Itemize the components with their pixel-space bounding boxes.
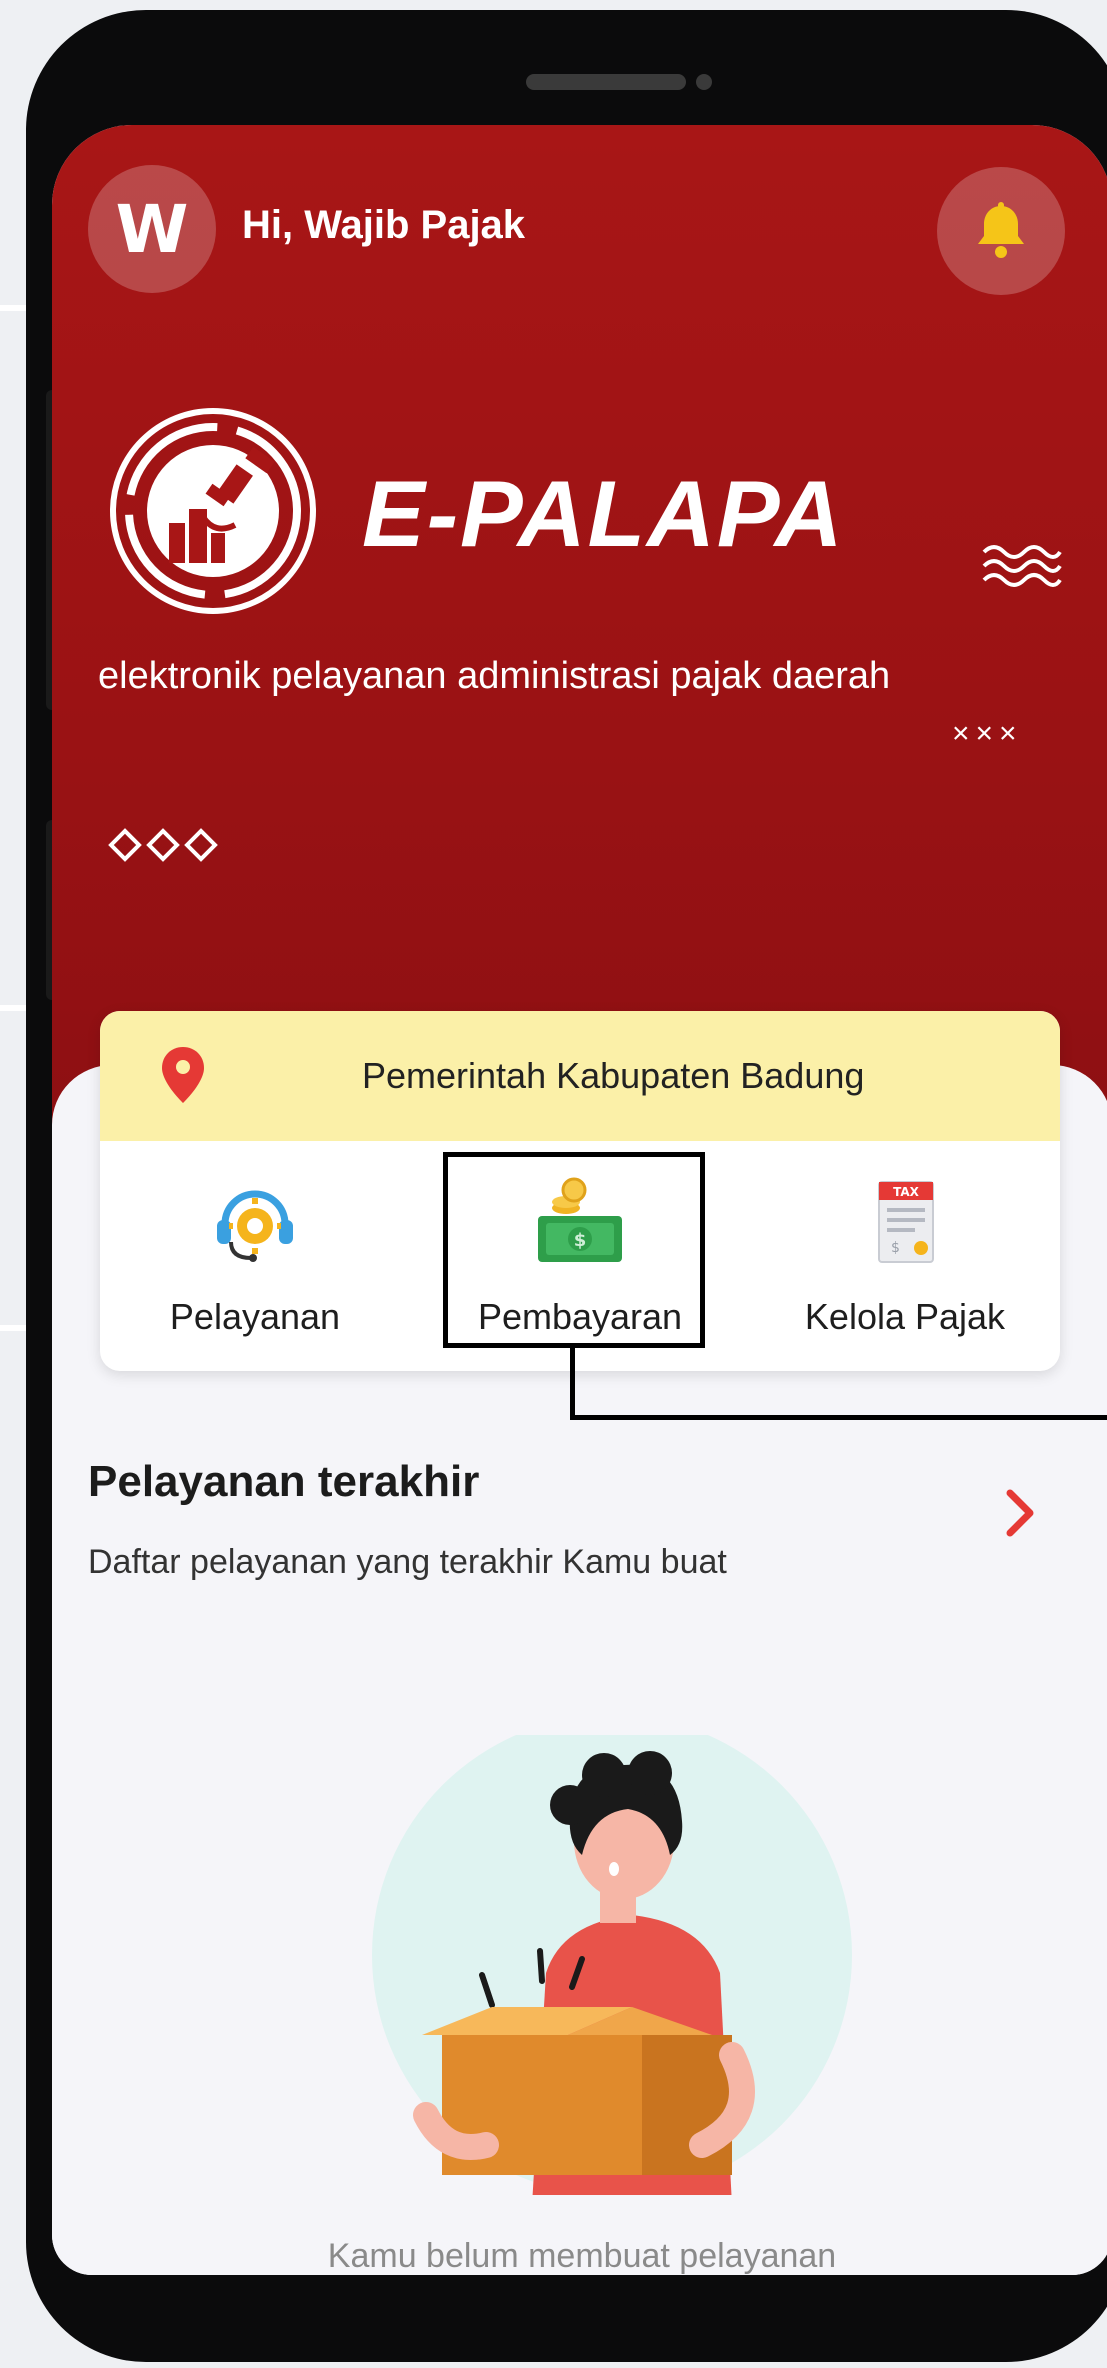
region-bar[interactable]: Pemerintah Kabupaten Badung xyxy=(100,1011,1060,1141)
recent-services-title: Pelayanan terakhir xyxy=(88,1457,480,1506)
tax-badge-text: TAX xyxy=(893,1185,920,1199)
menu-label: Pelayanan xyxy=(169,1296,341,1337)
money-payment-icon: $ xyxy=(538,1177,622,1262)
wave-decoration-icon xyxy=(982,545,1062,587)
menu-pembayaran[interactable]: $ Pembayaran xyxy=(435,1151,725,1361)
decoration-marks: ××× xyxy=(952,717,1023,750)
phone-camera xyxy=(696,74,712,90)
menu-label: Pembayaran xyxy=(477,1296,683,1337)
phone-speaker xyxy=(526,74,686,90)
menu-pelayanan[interactable]: Pelayanan xyxy=(110,1151,400,1361)
service-card: Pemerintah Kabupaten Badung Pelayanan $ xyxy=(100,1011,1060,1371)
e-palapa-logo-icon xyxy=(110,408,316,614)
recent-services-subtitle: Daftar pelayanan yang terakhir Kamu buat xyxy=(88,1543,727,1581)
annotation-connector xyxy=(570,1348,575,1420)
bell-icon xyxy=(978,202,1024,258)
chevron-right-icon[interactable] xyxy=(1002,1487,1038,1539)
avatar-initial: W xyxy=(115,190,189,268)
avatar[interactable]: W xyxy=(88,165,216,293)
region-name: Pemerintah Kabupaten Badung xyxy=(362,1055,865,1096)
annotation-connector xyxy=(570,1415,1107,1420)
empty-state-message: Kamu belum membuat pelayanan xyxy=(327,2237,837,2275)
menu-kelola-pajak[interactable]: TAX $ Kelola Pajak xyxy=(760,1151,1050,1361)
brand-tagline: elektronik pelayanan administrasi pajak … xyxy=(98,655,891,697)
tax-document-icon: TAX $ xyxy=(878,1181,934,1263)
app-screen: W Hi, Wajib Pajak E-PALAPA elektronik pe… xyxy=(52,125,1107,2275)
diamond-decoration-icon xyxy=(108,828,218,862)
greeting-text: Hi, Wajib Pajak xyxy=(242,203,526,247)
customer-service-icon xyxy=(217,1190,293,1262)
notification-button[interactable] xyxy=(937,167,1065,295)
svg-text:$: $ xyxy=(891,1240,900,1256)
menu-label: Kelola Pajak xyxy=(804,1296,1006,1337)
empty-state-illustration xyxy=(372,1735,852,2195)
location-pin-icon xyxy=(162,1047,204,1103)
svg-text:$: $ xyxy=(574,1230,587,1251)
brand-name: E-PALAPA xyxy=(362,461,845,566)
